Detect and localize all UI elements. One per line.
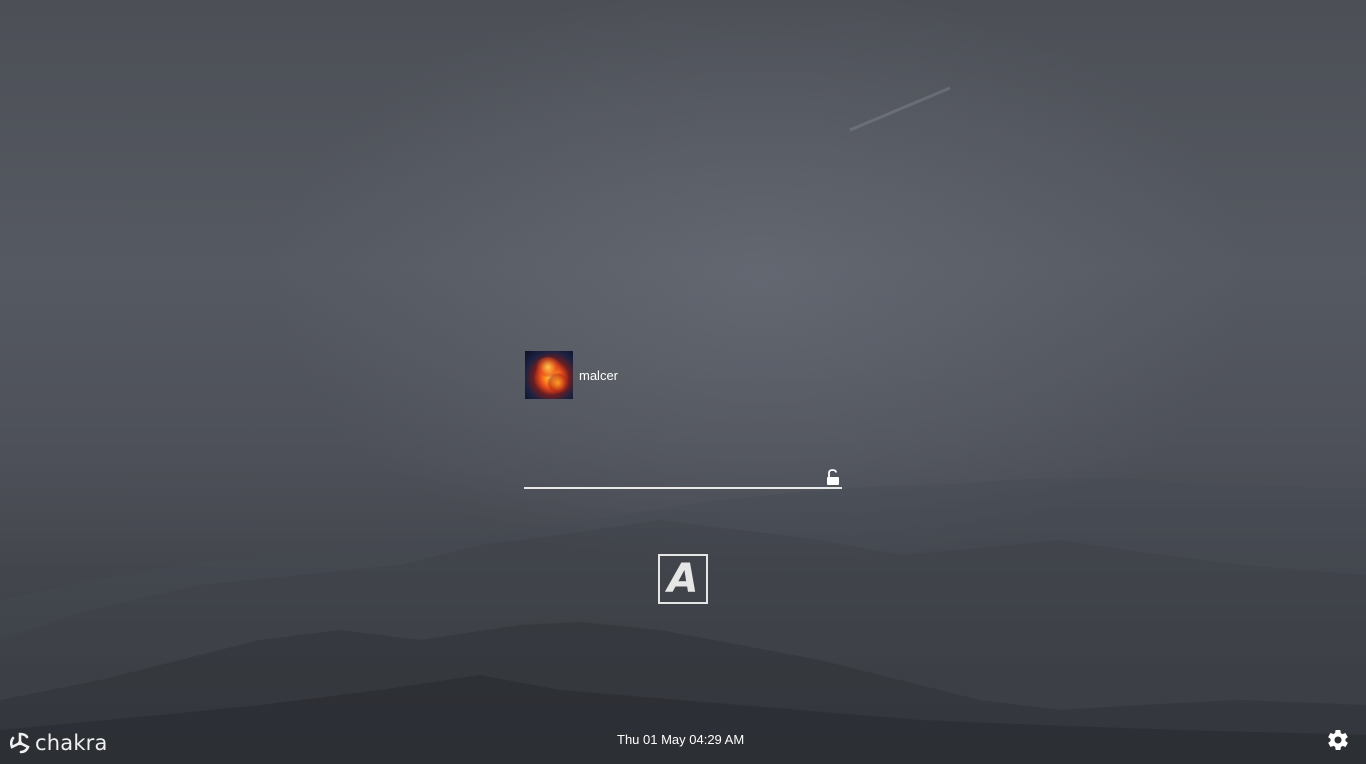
chakra-logo: chakra (8, 729, 108, 757)
user-avatar[interactable] (525, 351, 573, 399)
chakra-logo-icon (9, 732, 30, 754)
password-field-container (524, 464, 842, 489)
user-entry[interactable]: malcer (525, 351, 618, 399)
password-input[interactable] (524, 464, 824, 486)
lock-icon[interactable] (826, 469, 840, 485)
keyboard-layout-label: A (667, 556, 699, 602)
background-landscape (0, 86, 1366, 764)
password-underline (524, 487, 842, 489)
chakra-logo-text: chakra (35, 731, 108, 755)
date-time-label: Thu 01 May 04:29 AM (617, 732, 745, 747)
gear-icon[interactable] (1326, 728, 1350, 752)
username-label: malcer (579, 367, 619, 383)
keyboard-layout-button[interactable]: A (658, 554, 708, 604)
